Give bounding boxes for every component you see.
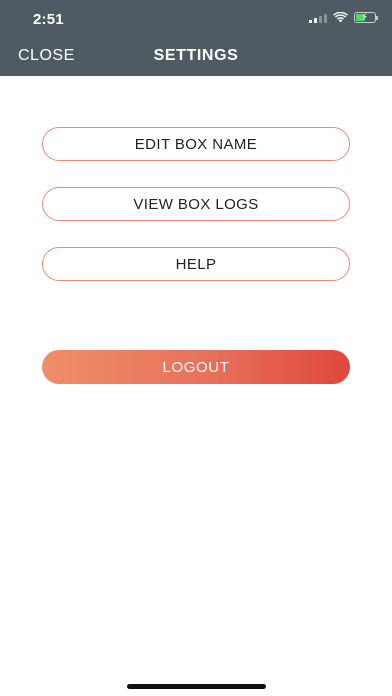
view-box-logs-button[interactable]: VIEW BOX LOGS [42,187,350,221]
battery-charging-icon: ⚡ [354,12,378,23]
settings-screen: 2:51 ⚡ CLOSE SETTINGS EDIT BOX NAME VIEW [0,0,392,696]
top-bar: 2:51 ⚡ CLOSE SETTINGS [0,0,392,76]
home-indicator[interactable] [127,684,266,689]
edit-box-name-button[interactable]: EDIT BOX NAME [42,127,350,161]
status-time: 2:51 [33,11,64,28]
logout-button[interactable]: LOGOUT [42,350,350,384]
wifi-icon [333,12,348,23]
page-title: SETTINGS [153,47,239,64]
status-icons: ⚡ [309,12,378,23]
help-button[interactable]: HELP [42,247,350,281]
signal-icon [309,13,327,23]
